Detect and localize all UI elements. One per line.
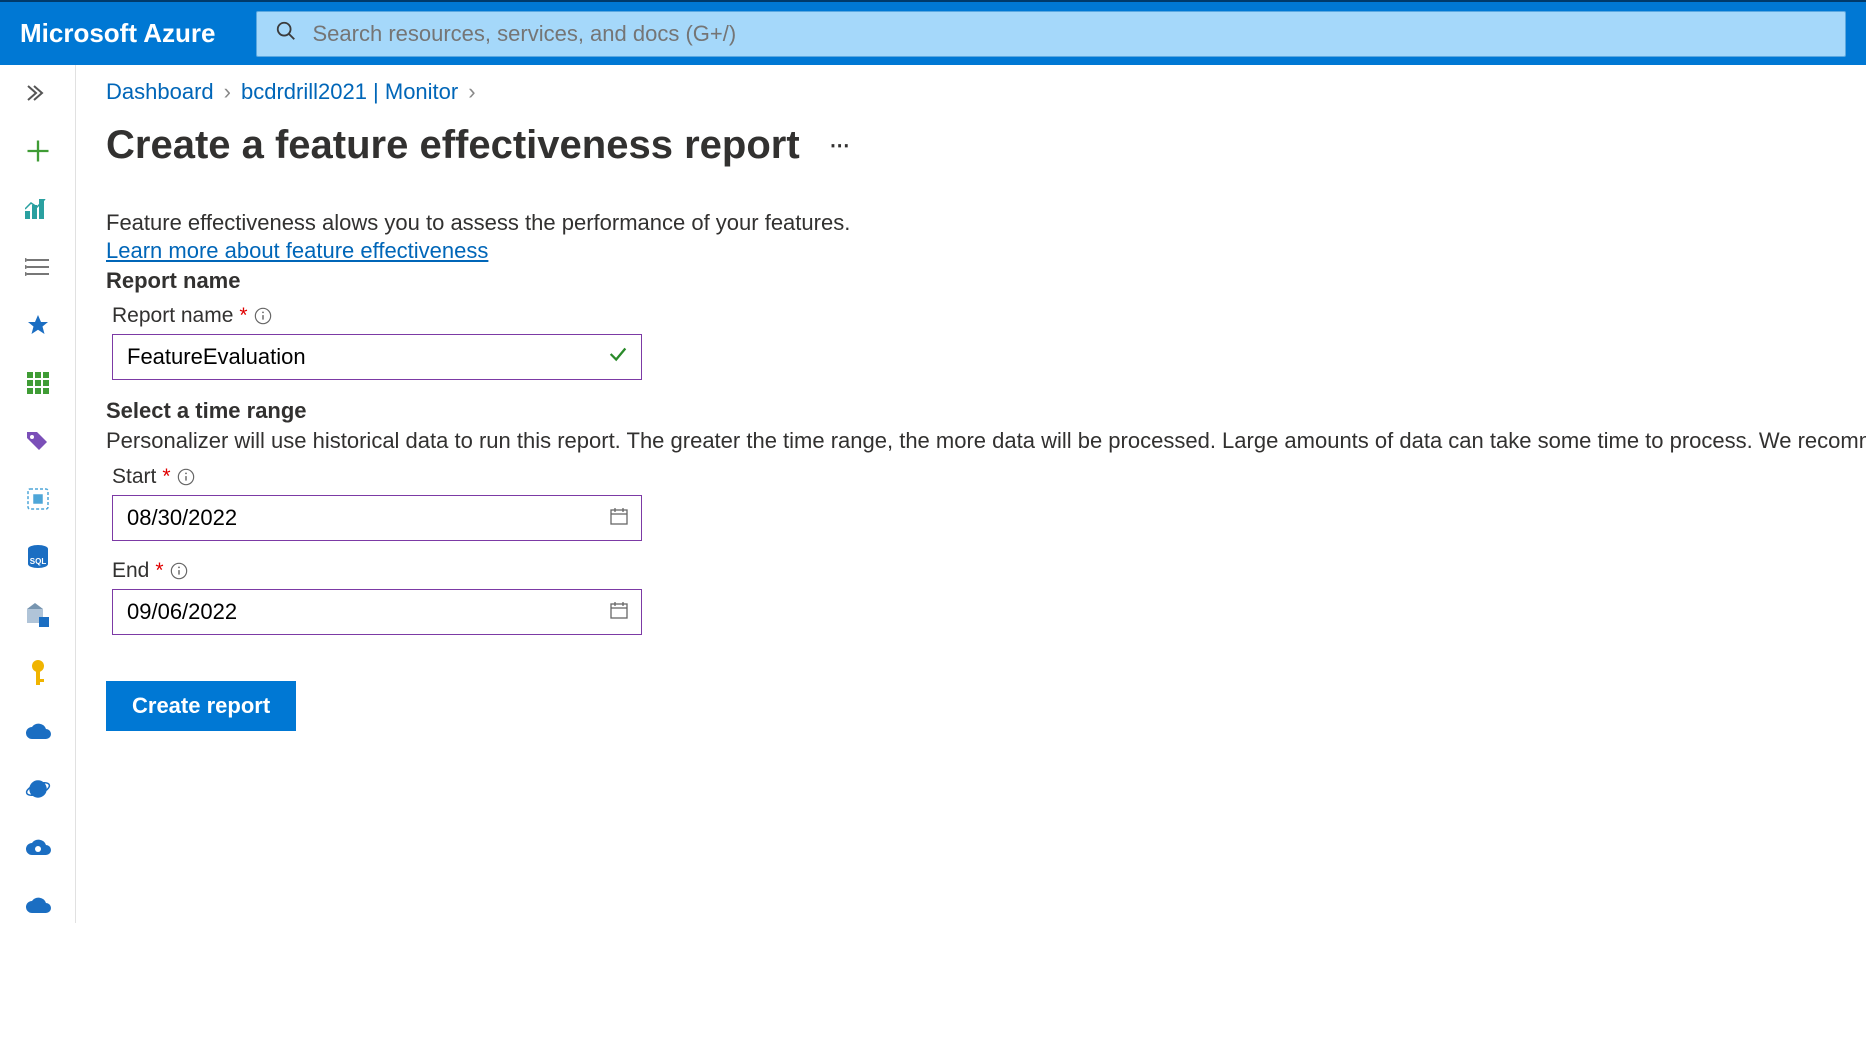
start-date-input[interactable] (125, 504, 609, 532)
page-title: Create a feature effectiveness report ⋯ (106, 123, 1866, 168)
report-name-field-wrap (112, 334, 642, 380)
start-date-field-wrap (112, 495, 642, 541)
sql-database-icon[interactable]: SQL (18, 539, 58, 575)
breadcrumb: Dashboard › bcdrdrill2021 | Monitor › (106, 79, 1866, 105)
all-services-icon[interactable] (18, 249, 58, 285)
create-report-button[interactable]: Create report (106, 681, 296, 731)
page-title-text: Create a feature effectiveness report (106, 123, 800, 168)
cloud-service-2-icon[interactable] (18, 829, 58, 865)
calendar-icon[interactable] (609, 506, 629, 531)
required-asterisk: * (155, 559, 163, 583)
report-name-input[interactable] (125, 343, 607, 371)
top-bar: Microsoft Azure (0, 0, 1866, 65)
breadcrumb-resource[interactable]: bcdrdrill2021 | Monitor (241, 79, 458, 105)
breadcrumb-dashboard[interactable]: Dashboard (106, 79, 214, 105)
info-icon[interactable] (170, 562, 188, 580)
svg-text:SQL: SQL (29, 557, 46, 566)
sidebar: SQL (0, 65, 76, 923)
end-label-text: End (112, 559, 149, 583)
tags-icon[interactable] (18, 423, 58, 459)
required-asterisk: * (239, 304, 247, 328)
main-content: Dashboard › bcdrdrill2021 | Monitor › Cr… (76, 65, 1866, 923)
storage-icon[interactable] (18, 597, 58, 633)
resource-groups-icon[interactable] (18, 481, 58, 517)
chevron-right-icon: › (468, 79, 475, 105)
brand-label[interactable]: Microsoft Azure (20, 18, 216, 49)
info-icon[interactable] (177, 468, 195, 486)
more-actions-icon[interactable]: ⋯ (830, 133, 852, 158)
required-asterisk: * (162, 465, 170, 489)
cloud-service-3-icon[interactable] (18, 887, 58, 923)
cosmos-db-icon[interactable] (18, 771, 58, 807)
time-range-section-title: Select a time range (106, 398, 1866, 424)
report-name-section-title: Report name (106, 268, 1866, 294)
create-resource-icon[interactable] (18, 133, 58, 169)
info-icon[interactable] (254, 307, 272, 325)
all-resources-icon[interactable] (18, 365, 58, 401)
calendar-icon[interactable] (609, 600, 629, 625)
end-date-field-wrap (112, 589, 642, 635)
global-search[interactable] (256, 11, 1847, 57)
start-date-label: Start * (112, 465, 1866, 489)
key-icon[interactable] (18, 655, 58, 691)
start-label-text: Start (112, 465, 156, 489)
report-name-label: Report name * (112, 304, 1866, 328)
favorite-star-icon[interactable] (18, 307, 58, 343)
end-date-input[interactable] (125, 598, 609, 626)
time-range-description: Personalizer will use historical data to… (106, 426, 1866, 456)
learn-more-link[interactable]: Learn more about feature effectiveness (106, 238, 488, 263)
page-description: Feature effectiveness alows you to asses… (106, 208, 1866, 238)
valid-check-icon (607, 343, 629, 370)
search-icon (275, 20, 297, 47)
expand-menu-icon[interactable] (18, 75, 58, 111)
chevron-right-icon: › (224, 79, 231, 105)
cloud-service-1-icon[interactable] (18, 713, 58, 749)
dashboard-icon[interactable] (18, 191, 58, 227)
report-name-label-text: Report name (112, 304, 233, 328)
end-date-label: End * (112, 559, 1866, 583)
search-input[interactable] (311, 20, 1828, 48)
